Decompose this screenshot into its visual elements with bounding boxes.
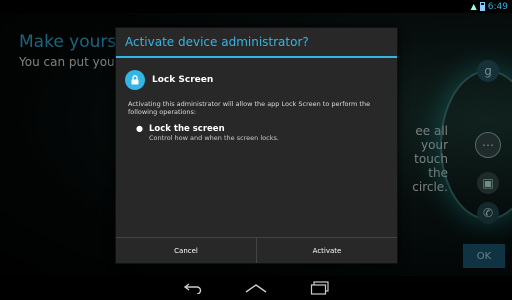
policy-item: ● Lock the screen Control how and when t… [136, 124, 397, 143]
status-bar: ▲ 6:49 [0, 0, 512, 13]
status-time: 6:49 [487, 1, 508, 12]
recent-apps-button[interactable] [305, 279, 335, 297]
admin-app-row: Lock Screen [125, 69, 397, 91]
activate-button[interactable]: Activate [256, 238, 397, 263]
back-icon [183, 283, 202, 294]
policy-title: Lock the screen [149, 124, 225, 134]
dialog-button-bar: Cancel Activate [116, 237, 397, 263]
signal-icon: ▲ [470, 1, 477, 11]
admin-app-name: Lock Screen [152, 75, 214, 85]
battery-icon [479, 2, 485, 11]
navigation-bar [0, 276, 512, 300]
bullet-icon: ● [136, 124, 143, 133]
dialog-title-divider [116, 56, 397, 58]
admin-description: Activating this administrator will allow… [128, 100, 371, 116]
policy-description: Control how and when the screen locks. [149, 134, 279, 142]
home-button[interactable] [241, 279, 271, 297]
cancel-button[interactable]: Cancel [116, 238, 256, 263]
home-icon [245, 284, 267, 293]
device-admin-dialog: Activate device administrator? Lock Scre… [115, 27, 398, 264]
dialog-title: Activate device administrator? [125, 35, 309, 49]
recent-apps-icon [310, 281, 329, 295]
back-button[interactable] [178, 279, 208, 297]
lock-icon [125, 70, 145, 90]
